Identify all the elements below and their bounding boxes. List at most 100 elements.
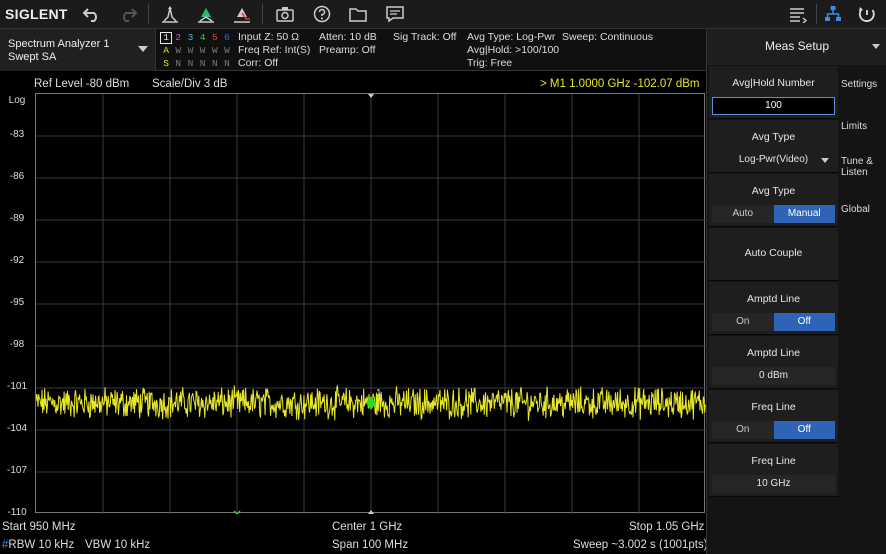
softkey-freq-line[interactable]: Freq Line On Off [709,390,838,443]
toggle-option-auto[interactable]: Auto [712,205,774,223]
toggle-option-on[interactable]: On [712,421,774,439]
avg-type-dropdown[interactable]: Log-Pwr(Video) [712,151,835,169]
message-icon[interactable] [383,3,407,25]
spectrum-trace-canvas: 1 [35,94,706,516]
y-tick-label: -101 [6,381,27,392]
softkey-amptd-line[interactable]: Amptd Line On Off [709,282,838,335]
softkey-auto-couple[interactable]: Auto Couple [709,228,838,281]
average-settings[interactable]: Avg Type: Log-Pwr Avg|Hold: >100/100 Tri… [467,31,559,70]
chevron-down-icon [138,46,148,52]
panel-title[interactable]: Meas Setup [707,29,886,65]
marker-icon[interactable] [194,3,218,25]
ref-level[interactable]: Ref Level -80 dBm [34,78,129,90]
y-tick-label: -110 [7,507,27,518]
signal-track-settings[interactable]: Sig Track: Off [393,31,456,44]
toggle-switch[interactable]: On Off [712,421,835,439]
trace-type: W [175,45,182,56]
toggle-option-off[interactable]: Off [773,421,835,439]
trace-number: 4 [199,32,206,43]
trace-detector: N [199,58,206,69]
mode-selector[interactable]: Spectrum Analyzer 1 Swept SA [0,29,156,71]
start-frequency[interactable]: Start 950 MHz [2,521,76,533]
y-tick-label: -86 [9,171,25,182]
tab-tune-listen[interactable]: Tune & Listen [839,156,886,178]
sweep-mode: Sweep: Continuous [562,31,654,43]
marker-1-label: 1 [376,388,382,399]
signal-track: Sig Track: Off [393,31,457,43]
toggle-option-manual[interactable]: Manual [773,205,835,223]
menu-list-icon[interactable] [786,3,810,25]
trace-type: W [224,45,230,56]
redo-icon[interactable] [116,3,140,25]
toolbar-separator [262,4,263,24]
trace-number: 5 [211,32,218,43]
network-icon[interactable] [821,3,845,25]
chevron-down-icon [821,158,829,163]
toggle-switch[interactable]: On Off [712,313,835,331]
softkey-label: Avg Type [751,185,796,197]
input-settings[interactable]: Input Z: 50 Ω Freq Ref: Int(S) Corr: Off [238,31,310,70]
toggle-option-on[interactable]: On [712,313,774,331]
camera-icon[interactable] [273,3,297,25]
softkey-label: Amptd Line [746,347,801,359]
undo-icon[interactable] [80,3,104,25]
toggle-option-off[interactable]: Off [773,313,835,331]
y-tick-label: -104 [6,423,27,434]
center-bottom-marker [368,510,374,514]
center-frequency[interactable]: Center 1 GHz [332,521,402,533]
vbw-readout[interactable]: VBW 10 kHz [85,539,150,551]
trace-type: W [187,45,194,56]
softkey-avg-hold-number[interactable]: Avg|Hold Number 100 [709,66,838,119]
avg-type: Avg Type: Log-Pwr [467,31,556,43]
chevron-down-icon [872,44,880,49]
trace-status[interactable]: 123456 AWWWWW SNNNNN [160,31,230,69]
trace-detector: N [224,58,230,69]
y-tick-label: -89 [9,213,25,224]
y-tick-label: -83 [9,129,25,140]
rbw-value: RBW 10 kHz [8,539,75,551]
attenuation-settings[interactable]: Atten: 10 dB Preamp: Off [319,31,377,57]
avg-hold: Avg|Hold: >100/100 [467,44,560,56]
trace-number: 1 [160,32,173,44]
sweep-time-readout[interactable]: Sweep ~3.002 s (1001pts) [573,539,708,551]
scale-per-div[interactable]: Scale/Div 3 dB [152,78,227,90]
softkey-amptd-line[interactable]: Amptd Line 0 dBm [709,336,838,389]
span-readout[interactable]: Span 100 MHz [332,539,408,551]
y-tick-label: -98 [9,339,25,350]
sweep-settings[interactable]: Sweep: Continuous [562,31,653,44]
preamp-status: Preamp: Off [319,44,376,56]
rbw-readout[interactable]: #RBW 10 kHz [2,539,74,551]
tab-global[interactable]: Global [839,204,886,215]
softkey-value[interactable]: 0 dBm [712,367,835,385]
avg-hold-number-input[interactable]: 100 [712,97,835,115]
toggle-switch[interactable]: Auto Manual [712,205,835,223]
toolbar: SIGLENT [0,0,886,29]
reset-icon[interactable] [855,3,879,25]
peak-search-icon[interactable] [158,3,182,25]
stop-frequency[interactable]: Stop 1.05 GHz [629,521,704,533]
correction-status: Corr: Off [238,57,279,69]
softkey-avg-type[interactable]: Avg Type Auto Manual [709,174,838,227]
trace-number: 6 [224,32,230,43]
status-bar: Spectrum Analyzer 1 Swept SA 123456 AWWW… [0,29,706,71]
panel-title-text: Meas Setup [764,39,830,53]
trigger-status: Trig: Free [467,57,513,69]
y-tick-label: -92 [9,255,25,266]
softkey-label: Avg|Hold Number [732,77,815,89]
softkey-avg-type[interactable]: Avg Type Log-Pwr(Video) [709,120,838,173]
help-icon[interactable] [310,3,334,25]
spectrum-plot[interactable]: 1 [35,93,706,516]
tab-settings[interactable]: Settings [839,79,886,90]
mode-name: Spectrum Analyzer 1 [8,38,110,50]
y-tick-label: -107 [6,465,27,476]
trace-type: W [211,45,218,56]
toolbar-separator [816,4,817,24]
marker-delta-icon[interactable] [230,3,254,25]
freq-reference: Freq Ref: Int(S) [238,44,311,56]
softkey-value[interactable]: 10 GHz [712,475,835,493]
folder-icon[interactable] [346,3,370,25]
softkey-label: Freq Line [751,401,796,413]
softkey-freq-line[interactable]: Freq Line 10 GHz [709,444,838,497]
tab-limits[interactable]: Limits [839,121,886,132]
trace-number: 2 [175,32,182,43]
